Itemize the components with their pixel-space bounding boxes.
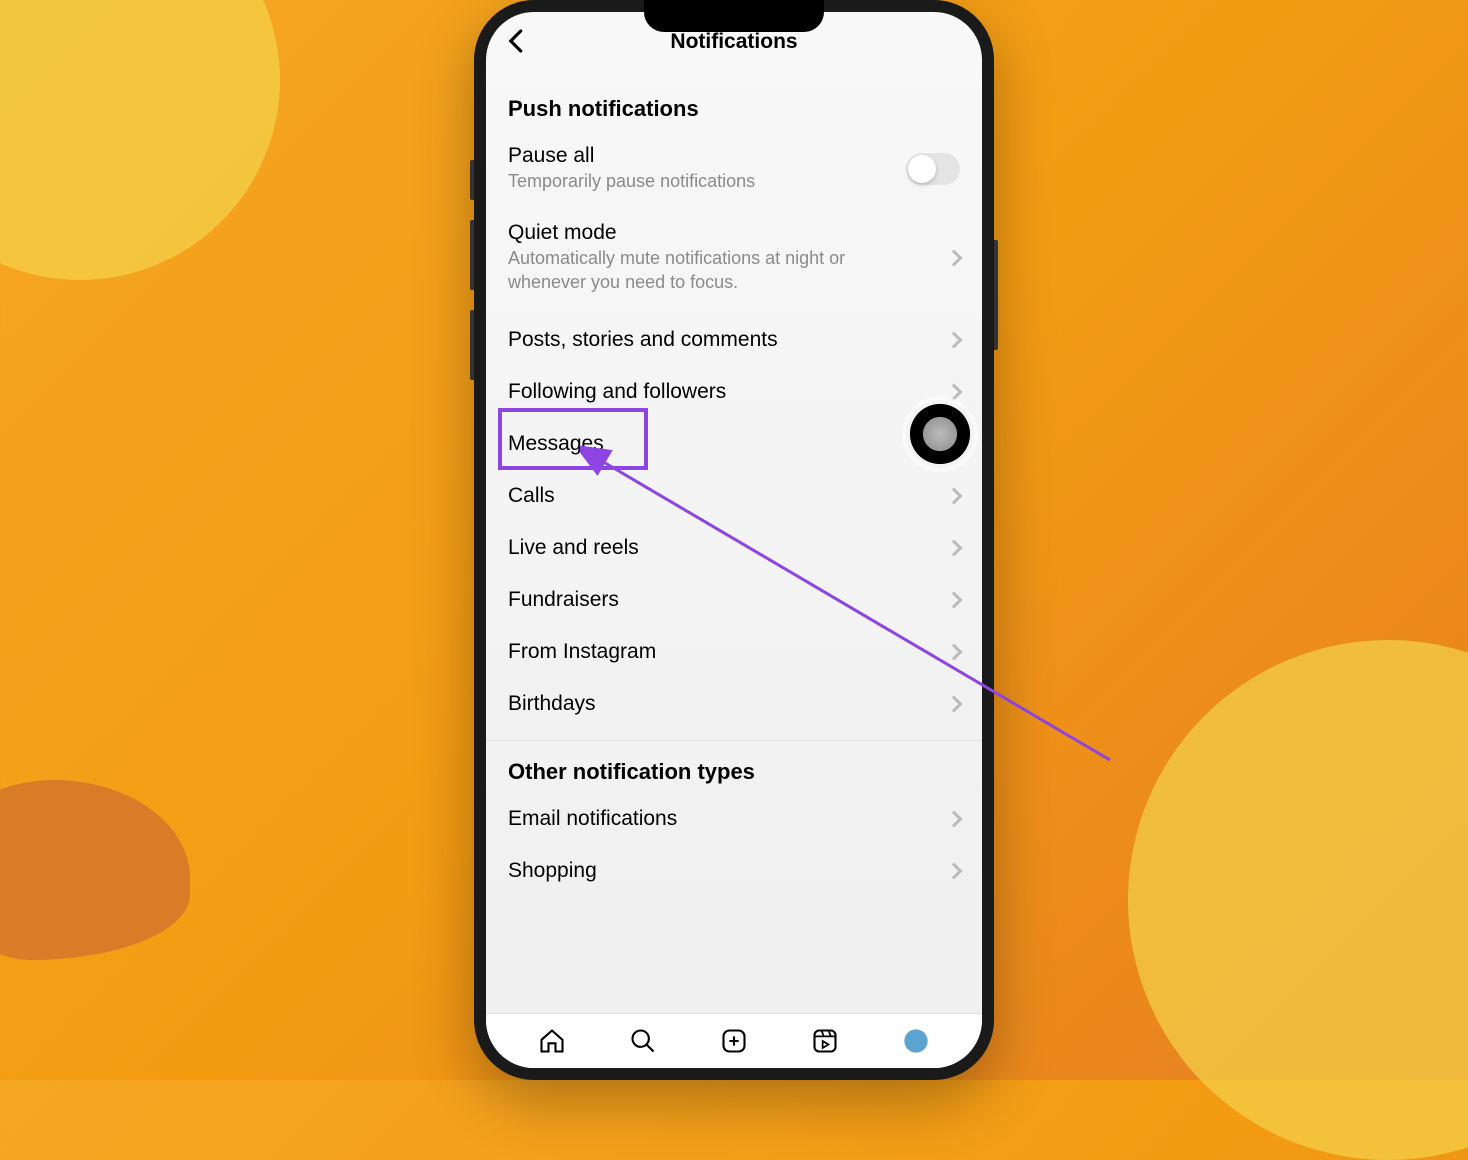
profile-icon[interactable] bbox=[902, 1027, 930, 1055]
chevron-right-icon bbox=[946, 644, 963, 661]
row-label: From Instagram bbox=[508, 640, 948, 664]
reels-icon[interactable] bbox=[811, 1027, 839, 1055]
row-label: Live and reels bbox=[508, 536, 948, 560]
bottom-navigation bbox=[486, 1013, 982, 1068]
search-icon[interactable] bbox=[629, 1027, 657, 1055]
page-title: Notifications bbox=[670, 30, 797, 54]
chevron-right-icon bbox=[946, 696, 963, 713]
row-messages[interactable]: Messages bbox=[486, 418, 982, 470]
chevron-right-icon bbox=[946, 592, 963, 609]
row-label: Calls bbox=[508, 484, 948, 508]
section-title-other: Other notification types bbox=[486, 741, 982, 793]
row-label: Fundraisers bbox=[508, 588, 948, 612]
row-posts-stories-comments[interactable]: Posts, stories and comments bbox=[486, 314, 982, 366]
phone-screen: Notifications Push notifications Pause a… bbox=[486, 12, 982, 1068]
row-sublabel: Automatically mute notifications at nigh… bbox=[508, 247, 888, 294]
chevron-left-icon bbox=[502, 26, 532, 56]
row-label: Posts, stories and comments bbox=[508, 328, 948, 352]
phone-device-frame: Notifications Push notifications Pause a… bbox=[474, 0, 994, 1080]
phone-volume-down bbox=[470, 310, 474, 380]
row-shopping[interactable]: Shopping bbox=[486, 845, 982, 897]
row-label: Following and followers bbox=[508, 380, 948, 404]
chevron-right-icon bbox=[946, 863, 963, 880]
row-sublabel: Temporarily pause notifications bbox=[508, 170, 888, 193]
header-bar: Notifications bbox=[486, 12, 982, 68]
bg-shape-decorative-3 bbox=[0, 780, 190, 960]
row-live-reels[interactable]: Live and reels bbox=[486, 522, 982, 574]
chevron-right-icon bbox=[946, 332, 963, 349]
add-post-icon[interactable] bbox=[720, 1027, 748, 1055]
chevron-right-icon bbox=[946, 384, 963, 401]
row-fundraisers[interactable]: Fundraisers bbox=[486, 574, 982, 626]
phone-volume-up bbox=[470, 220, 474, 290]
chevron-right-icon bbox=[946, 488, 963, 505]
row-label: Birthdays bbox=[508, 692, 948, 716]
row-calls[interactable]: Calls bbox=[486, 470, 982, 522]
bg-shape-decorative-2 bbox=[1128, 640, 1468, 1160]
row-from-instagram[interactable]: From Instagram bbox=[486, 626, 982, 678]
row-pause-all[interactable]: Pause all Temporarily pause notification… bbox=[486, 130, 982, 207]
row-email-notifications[interactable]: Email notifications bbox=[486, 793, 982, 845]
row-label: Email notifications bbox=[508, 807, 948, 831]
row-quiet-mode[interactable]: Quiet mode Automatically mute notificati… bbox=[486, 207, 982, 314]
home-icon[interactable] bbox=[538, 1027, 566, 1055]
row-label: Pause all bbox=[508, 144, 906, 168]
phone-side-button bbox=[470, 160, 474, 200]
phone-power-button bbox=[994, 240, 998, 350]
bg-shape-decorative-1 bbox=[0, 0, 280, 280]
row-label: Messages bbox=[508, 432, 948, 456]
chevron-right-icon bbox=[946, 540, 963, 557]
section-title-push: Push notifications bbox=[486, 68, 982, 130]
chevron-right-icon bbox=[946, 811, 963, 828]
toggle-pause-all[interactable] bbox=[906, 153, 960, 185]
row-label: Quiet mode bbox=[508, 221, 948, 245]
row-following-followers[interactable]: Following and followers bbox=[486, 366, 982, 418]
chevron-right-icon bbox=[946, 249, 963, 266]
back-button[interactable] bbox=[502, 26, 532, 56]
row-label: Shopping bbox=[508, 859, 948, 883]
row-birthdays[interactable]: Birthdays bbox=[486, 678, 982, 730]
